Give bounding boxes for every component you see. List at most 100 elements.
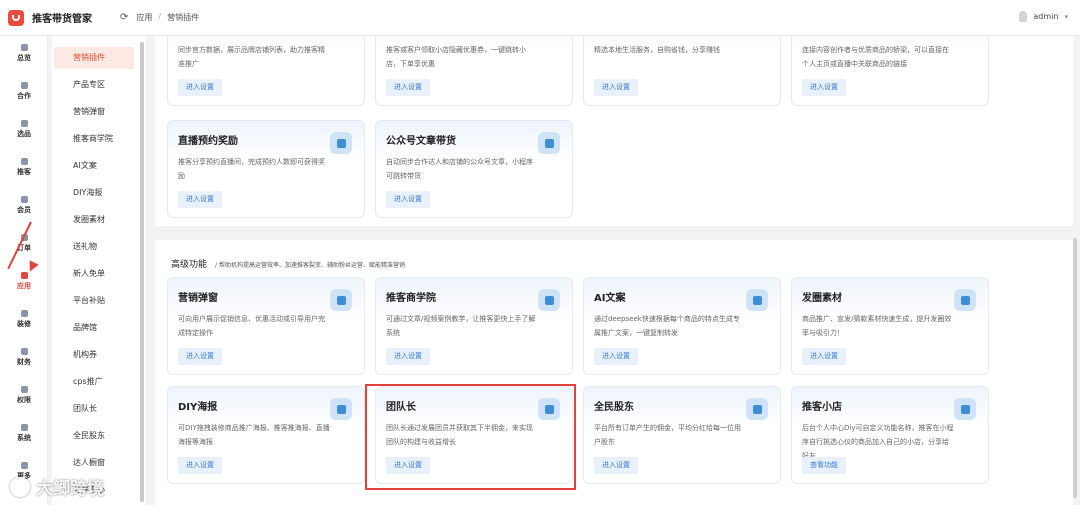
card-title: 推客小店: [802, 402, 842, 413]
breadcrumb-item-current: 营销插件: [167, 13, 200, 22]
advanced-header: 高级功能 / 帮助机构提高运营效率、加速推客裂变、辅助粉丝运营、赋能精准营销: [171, 257, 405, 270]
rail-item-cooperation[interactable]: 合作: [0, 82, 48, 101]
card-desc: 连接内容创作者与优质商品的轿梁，可以直接在个人主页或直播中关联商品的链接: [802, 46, 949, 68]
card-desc: 商品推广、宣发/猜款素材快速生成，提升发圈效率与吸引力！: [802, 315, 952, 337]
submenu-item-brand-hall[interactable]: 品牌馆: [54, 317, 134, 339]
enter-settings-button[interactable]: 进入设置: [178, 457, 222, 474]
enter-settings-button[interactable]: 进入设置: [594, 79, 638, 96]
enter-settings-button[interactable]: 进入设置: [386, 457, 430, 474]
main-scrollbar[interactable]: [1073, 238, 1077, 498]
grid-icon: [20, 158, 28, 165]
enter-settings-button[interactable]: 进入设置: [178, 191, 222, 208]
enter-settings-button[interactable]: 进入设置: [594, 348, 638, 365]
card-title: 直播预约奖励: [178, 136, 238, 147]
enter-settings-button[interactable]: 进入设置: [178, 348, 222, 365]
submenu-item-shareholder[interactable]: 全民股东: [54, 425, 134, 447]
card-desc: 推客或客户领取小店隐藏优惠券，一键跳转小店，下单享优惠: [386, 46, 526, 68]
heart-icon: [20, 82, 28, 89]
submenu-item-gift[interactable]: 送礼物: [54, 236, 134, 258]
secondary-nav: 营销插件 产品专区 营销弹窗 推客商学院 AI文案 DIY海报 发圈素材 送礼物…: [52, 36, 146, 505]
rail-item-selection[interactable]: 选品: [0, 120, 48, 139]
breadcrumb-item-app[interactable]: 应用: [136, 12, 152, 23]
rail-item-overview[interactable]: 总览: [0, 44, 48, 63]
brush-icon: [20, 310, 28, 317]
submenu-scrollbar[interactable]: [140, 42, 144, 502]
rail-item-decoration[interactable]: 装修: [0, 310, 48, 329]
plugin-card-coupon: 推客或客户领取小店隐藏优惠券，一键跳转小店，下单享优惠 进入设置: [375, 36, 573, 106]
advanced-card-material: 发圈素材 商品推广、宣发/猜款素材快速生成，提升发圈效率与吸引力！ 进入设置: [791, 277, 989, 375]
app-title: 推客带货管家: [32, 14, 92, 25]
submenu-item-org-coupon[interactable]: 机构券: [54, 344, 134, 366]
enter-settings-button[interactable]: 进入设置: [802, 348, 846, 365]
rail-item-member[interactable]: 会员: [0, 196, 48, 215]
crown-icon: [538, 398, 560, 420]
breadcrumb: 应用 / 营销插件: [136, 12, 200, 23]
card-desc: 精选本地生活服务，自购省钱，分享赚钱: [594, 46, 720, 54]
rail-item-promoter[interactable]: 推客: [0, 158, 48, 177]
submenu-item-team-leader[interactable]: 团队长: [54, 398, 134, 420]
gift-icon: [20, 272, 28, 279]
more-icon: [20, 462, 28, 469]
advanced-card-diy-poster: DIY海报 可DIY拖拽装修商品推广海报、推客推海报、直播海报等海报 进入设置: [167, 386, 365, 484]
plugin-card-article-selling: 公众号文章带货 自动同步合作达人和店铺的公众号文章，小程序可跳转带货 进入设置: [375, 120, 573, 218]
submenu-item-showcase[interactable]: 达人橱窗: [54, 452, 134, 474]
enter-settings-button[interactable]: 进入设置: [386, 79, 430, 96]
wallet-icon: [20, 348, 28, 355]
card-desc: 同步官方数据，展示品牌店铺列表，助力推客精准推广: [178, 46, 325, 68]
ai-bird-icon: [746, 289, 768, 311]
view-feature-button[interactable]: 查看功能: [802, 457, 846, 474]
submenu-item-product-zone[interactable]: 产品专区: [54, 74, 134, 96]
advanced-card-promoter-shop: 推客小店 后台个人中心Diy可自定义功能名称，推客在小程序自行挑选心仪的商品加入…: [791, 386, 989, 484]
rail-item-apps[interactable]: 应用: [0, 272, 48, 291]
card-desc: 可通过文章/视频案例教学，让推客更快上手了解系统: [386, 315, 536, 337]
card-desc: 可DIY拖拽装修商品推广海报、推客推海报、直播海报等海报: [178, 424, 330, 446]
rail-item-finance[interactable]: 财务: [0, 348, 48, 367]
section-title: 高级功能: [171, 260, 208, 270]
advanced-card-popup: 营销弹窗 可向用户展示促销信息、优惠活动或引导用户完成特定操作 进入设置: [167, 277, 365, 375]
card-desc: 自动同步合作达人和店铺的公众号文章，小程序可跳转带货: [386, 158, 533, 180]
primary-nav: 总览 合作 选品 推客 会员 订单 应用 装修 财务 权限 系统 更多: [0, 36, 48, 505]
user-icon: [746, 398, 768, 420]
enter-settings-button[interactable]: 进入设置: [386, 191, 430, 208]
medal-icon: [954, 398, 976, 420]
submenu-item-academy[interactable]: 推客商学院: [54, 128, 134, 150]
enter-settings-button[interactable]: 进入设置: [594, 457, 638, 474]
plugins-panel: 同步官方数据，展示品牌店铺列表，助力推客精准推广 进入设置 推客或客户领取小店隐…: [155, 36, 1073, 226]
enter-settings-button[interactable]: 进入设置: [386, 348, 430, 365]
section-subtitle: / 帮助机构提高运营效率、加速推客裂变、辅助粉丝运营、赋能精准营销: [215, 262, 405, 269]
rail-item-system[interactable]: 系统: [0, 424, 48, 443]
watermark-text: 大鲫跨境: [36, 479, 104, 499]
submenu-item-marketing-plugins[interactable]: 营销插件: [54, 47, 134, 69]
top-bar: 推客带货管家 ⟳ 应用 / 营销插件 admin ▾: [0, 0, 1080, 36]
rail-item-permissions[interactable]: 权限: [0, 386, 48, 405]
card-desc: 通过deepseek快速根据每个商品的特点生成专属推广文案，一键复制转发: [594, 315, 740, 337]
user-name: admin: [1033, 12, 1059, 21]
submenu-item-platform-subsidy[interactable]: 平台补贴: [54, 290, 134, 312]
advanced-card-academy: 推客商学院 可通过文章/视频案例教学，让推客更快上手了解系统 进入设置: [375, 277, 573, 375]
main-content: 同步官方数据，展示品牌店铺列表，助力推客精准推广 进入设置 推客或客户领取小店隐…: [150, 36, 1080, 505]
play-icon: [330, 132, 352, 154]
card-desc: 平台所有订单产生的佣金，平均分红给每一位用户股东: [594, 424, 741, 446]
advanced-card-ai-copy: AI文案 通过deepseek快速根据每个商品的特点生成专属推广文案，一键复制转…: [583, 277, 781, 375]
submenu-item-ai-copy[interactable]: AI文案: [54, 155, 134, 177]
user-menu[interactable]: admin ▾: [1019, 11, 1068, 22]
enter-settings-button[interactable]: 进入设置: [178, 79, 222, 96]
submenu-item-cps[interactable]: cps推广: [54, 371, 134, 393]
poster-icon: [330, 398, 352, 420]
card-title: 营销弹窗: [178, 293, 218, 304]
gear-icon: [20, 424, 28, 431]
submenu-item-diy-poster[interactable]: DIY海报: [54, 182, 134, 204]
card-title: DIY海报: [178, 402, 218, 413]
plugin-card-creator-link: 连接内容创作者与优质商品的轿梁，可以直接在个人主页或直播中关联商品的链接 进入设…: [791, 36, 989, 106]
refresh-icon[interactable]: ⟳: [120, 12, 128, 23]
submenu-item-marketing-popup[interactable]: 营销弹窗: [54, 101, 134, 123]
enter-settings-button[interactable]: 进入设置: [802, 79, 846, 96]
submenu-item-moments-material[interactable]: 发圈素材: [54, 209, 134, 231]
watermark-logo-icon: [10, 476, 30, 497]
card-desc: 推客分享预约直播间，完成预约人数即可获得奖励: [178, 158, 325, 180]
article-icon: [538, 132, 560, 154]
card-title: 团队长: [386, 402, 416, 413]
card-title: 推客商学院: [386, 293, 436, 304]
submenu-item-newcomer-free[interactable]: 新人免单: [54, 263, 134, 285]
card-title: 全民股东: [594, 402, 634, 413]
